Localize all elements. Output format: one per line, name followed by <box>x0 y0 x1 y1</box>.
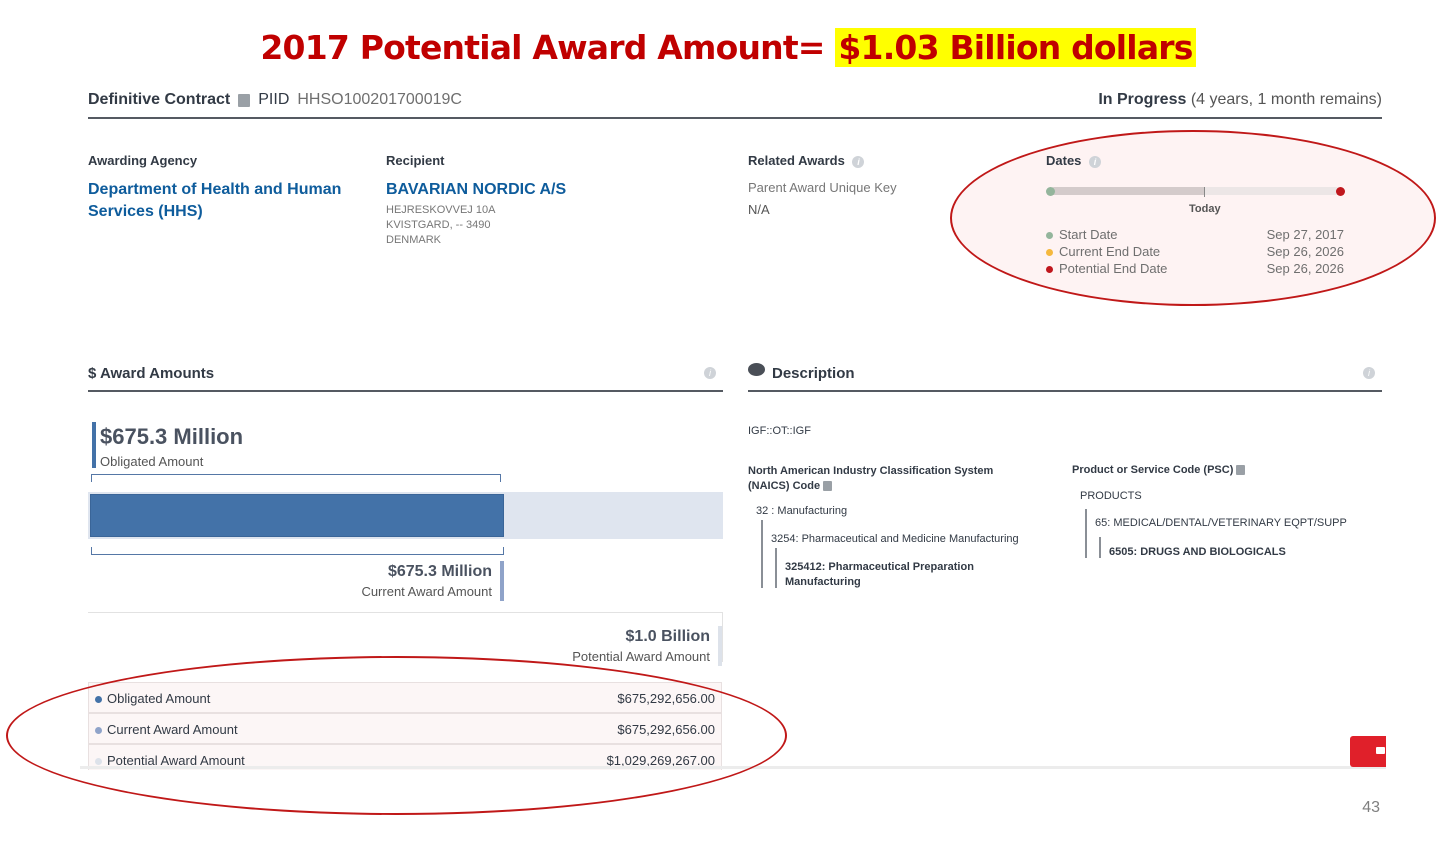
dates-text: Dates <box>1046 153 1082 168</box>
date-row-value: Sep 26, 2026 <box>1266 244 1344 259</box>
date-row-start: Start Date Sep 27, 2017 <box>1046 227 1344 242</box>
naics-level3-line1: 325412: Pharmaceutical Preparation <box>785 561 974 573</box>
current-amount-label: Current Award Amount <box>361 584 492 599</box>
today-label: Today <box>1189 203 1221 215</box>
start-date-dot <box>1046 232 1053 240</box>
info-icon[interactable]: i <box>1363 367 1375 379</box>
obligated-amount-big: $675.3 Million <box>100 424 244 449</box>
parent-award-key-label: Parent Award Unique Key <box>748 180 897 195</box>
status-text: In Progress <box>1098 91 1187 108</box>
page-number: 43 <box>1362 799 1380 816</box>
date-row-potential-end: Potential End Date Sep 26, 2026 <box>1046 261 1344 276</box>
info-icon[interactable]: i <box>704 367 716 379</box>
address-line1: HEJRESKOVVEJ 10A <box>386 204 496 216</box>
obligated-bracket <box>91 474 501 482</box>
potential-amount-big: $1.0 Billion <box>625 628 710 645</box>
naics-level3: 325412: Pharmaceutical Preparation Manuf… <box>785 560 974 590</box>
date-row-label: Potential End Date <box>1059 261 1168 276</box>
award-amounts-title: $ Award Amounts <box>88 365 215 382</box>
psc-level1: PRODUCTS <box>1080 490 1142 502</box>
recipient-link[interactable]: BAVARIAN NORDIC A/S <box>386 179 566 201</box>
agency-name-line2: Services (HHS) <box>88 203 203 220</box>
slide-title: 2017 Potential Award Amount= $1.03 Billi… <box>0 28 1456 67</box>
naics-label-line1: North American Industry Classification S… <box>748 465 994 477</box>
awarding-agency-link[interactable]: Department of Health and Human Services … <box>88 179 341 223</box>
info-icon[interactable]: i <box>852 155 865 168</box>
agency-name-line1: Department of Health and Human <box>88 181 342 198</box>
header-divider <box>88 117 1382 119</box>
obligated-amount-label: Obligated Amount <box>100 454 204 469</box>
award-status: In Progress (4 years, 1 month remains) <box>1098 91 1382 109</box>
description-title: Description <box>772 365 855 382</box>
date-row-label: Start Date <box>1059 227 1118 242</box>
naics-label: North American Industry Classification S… <box>748 464 993 494</box>
date-row-value: Sep 27, 2017 <box>1266 227 1344 242</box>
dates-label: Dates i <box>1046 153 1102 168</box>
date-row-current-end: Current End Date Sep 26, 2026 <box>1046 244 1344 259</box>
current-end-date-dot <box>1046 249 1053 257</box>
glossary-book-icon[interactable] <box>238 93 251 107</box>
description-divider <box>748 390 1382 392</box>
psc-tree-line <box>1085 509 1087 558</box>
obligated-indicator <box>92 422 96 468</box>
psc-level3: 6505: DRUGS AND BIOLOGICALS <box>1109 546 1286 558</box>
current-indicator <box>500 561 504 601</box>
slide-title-prefix: 2017 Potential Award Amount= <box>260 28 825 67</box>
address-line2: KVISTGARD, -- 3490 <box>386 219 491 231</box>
address-line3: DENMARK <box>386 234 442 246</box>
psc-label-text: Product or Service Code (PSC) <box>1072 464 1234 476</box>
date-row-label: Current End Date <box>1059 244 1161 259</box>
naics-level1: 32 : Manufacturing <box>756 505 848 517</box>
psc-level2: 65: MEDICAL/DENTAL/VETERINARY EQPT/SUPP <box>1095 517 1347 529</box>
glossary-book-icon[interactable] <box>1236 465 1246 476</box>
date-timeline-elapsed <box>1050 187 1204 195</box>
award-amounts-divider <box>88 390 723 392</box>
dates-highlight-ellipse <box>950 130 1436 306</box>
speech-bubble-icon <box>748 363 765 376</box>
info-icon[interactable]: i <box>1089 155 1102 168</box>
date-row-value: Sep 26, 2026 <box>1266 261 1344 276</box>
start-date-marker <box>1046 187 1055 196</box>
description-text: IGF::OT::IGF <box>748 425 811 437</box>
parent-award-key-value: N/A <box>748 202 770 217</box>
naics-tree-line <box>775 548 777 588</box>
recipient-address: HEJRESKOVVEJ 10A KVISTGARD, -- 3490 DENM… <box>386 203 495 248</box>
today-marker <box>1204 187 1205 197</box>
psc-label: Product or Service Code (PSC) <box>1072 464 1246 476</box>
naics-label-line2: (NAICS) Code <box>748 480 821 492</box>
piid-value: HHSO100201700019C <box>297 91 462 108</box>
related-awards-label: Related Awards i <box>748 153 865 168</box>
end-date-marker <box>1336 187 1345 196</box>
current-bracket <box>91 547 504 555</box>
recipient-label: Recipient <box>386 153 445 168</box>
piid-label: PIID <box>258 91 290 108</box>
psc-tree-line <box>1099 537 1101 558</box>
current-amount-big: $675.3 Million <box>387 563 492 580</box>
feedback-icon <box>1376 747 1385 754</box>
awarding-agency-label: Awarding Agency <box>88 153 198 168</box>
potential-indicator <box>718 626 722 666</box>
obligated-amount-bar[interactable] <box>90 494 504 537</box>
award-header: Definitive Contract PIID HHSO10020170001… <box>88 91 462 109</box>
glossary-book-icon[interactable] <box>823 481 833 492</box>
status-detail: (4 years, 1 month remains) <box>1190 91 1382 108</box>
contract-type: Definitive Contract <box>88 91 231 108</box>
slide-title-highlight: $1.03 Billion dollars <box>835 28 1196 67</box>
potential-end-date-dot <box>1046 266 1053 274</box>
amounts-highlight-ellipse <box>6 656 787 815</box>
naics-tree-line <box>761 520 763 588</box>
naics-level3-line2: Manufacturing <box>785 576 861 588</box>
naics-level2: 3254: Pharmaceutical and Medicine Manufa… <box>771 533 1019 545</box>
related-awards-text: Related Awards <box>748 153 845 168</box>
